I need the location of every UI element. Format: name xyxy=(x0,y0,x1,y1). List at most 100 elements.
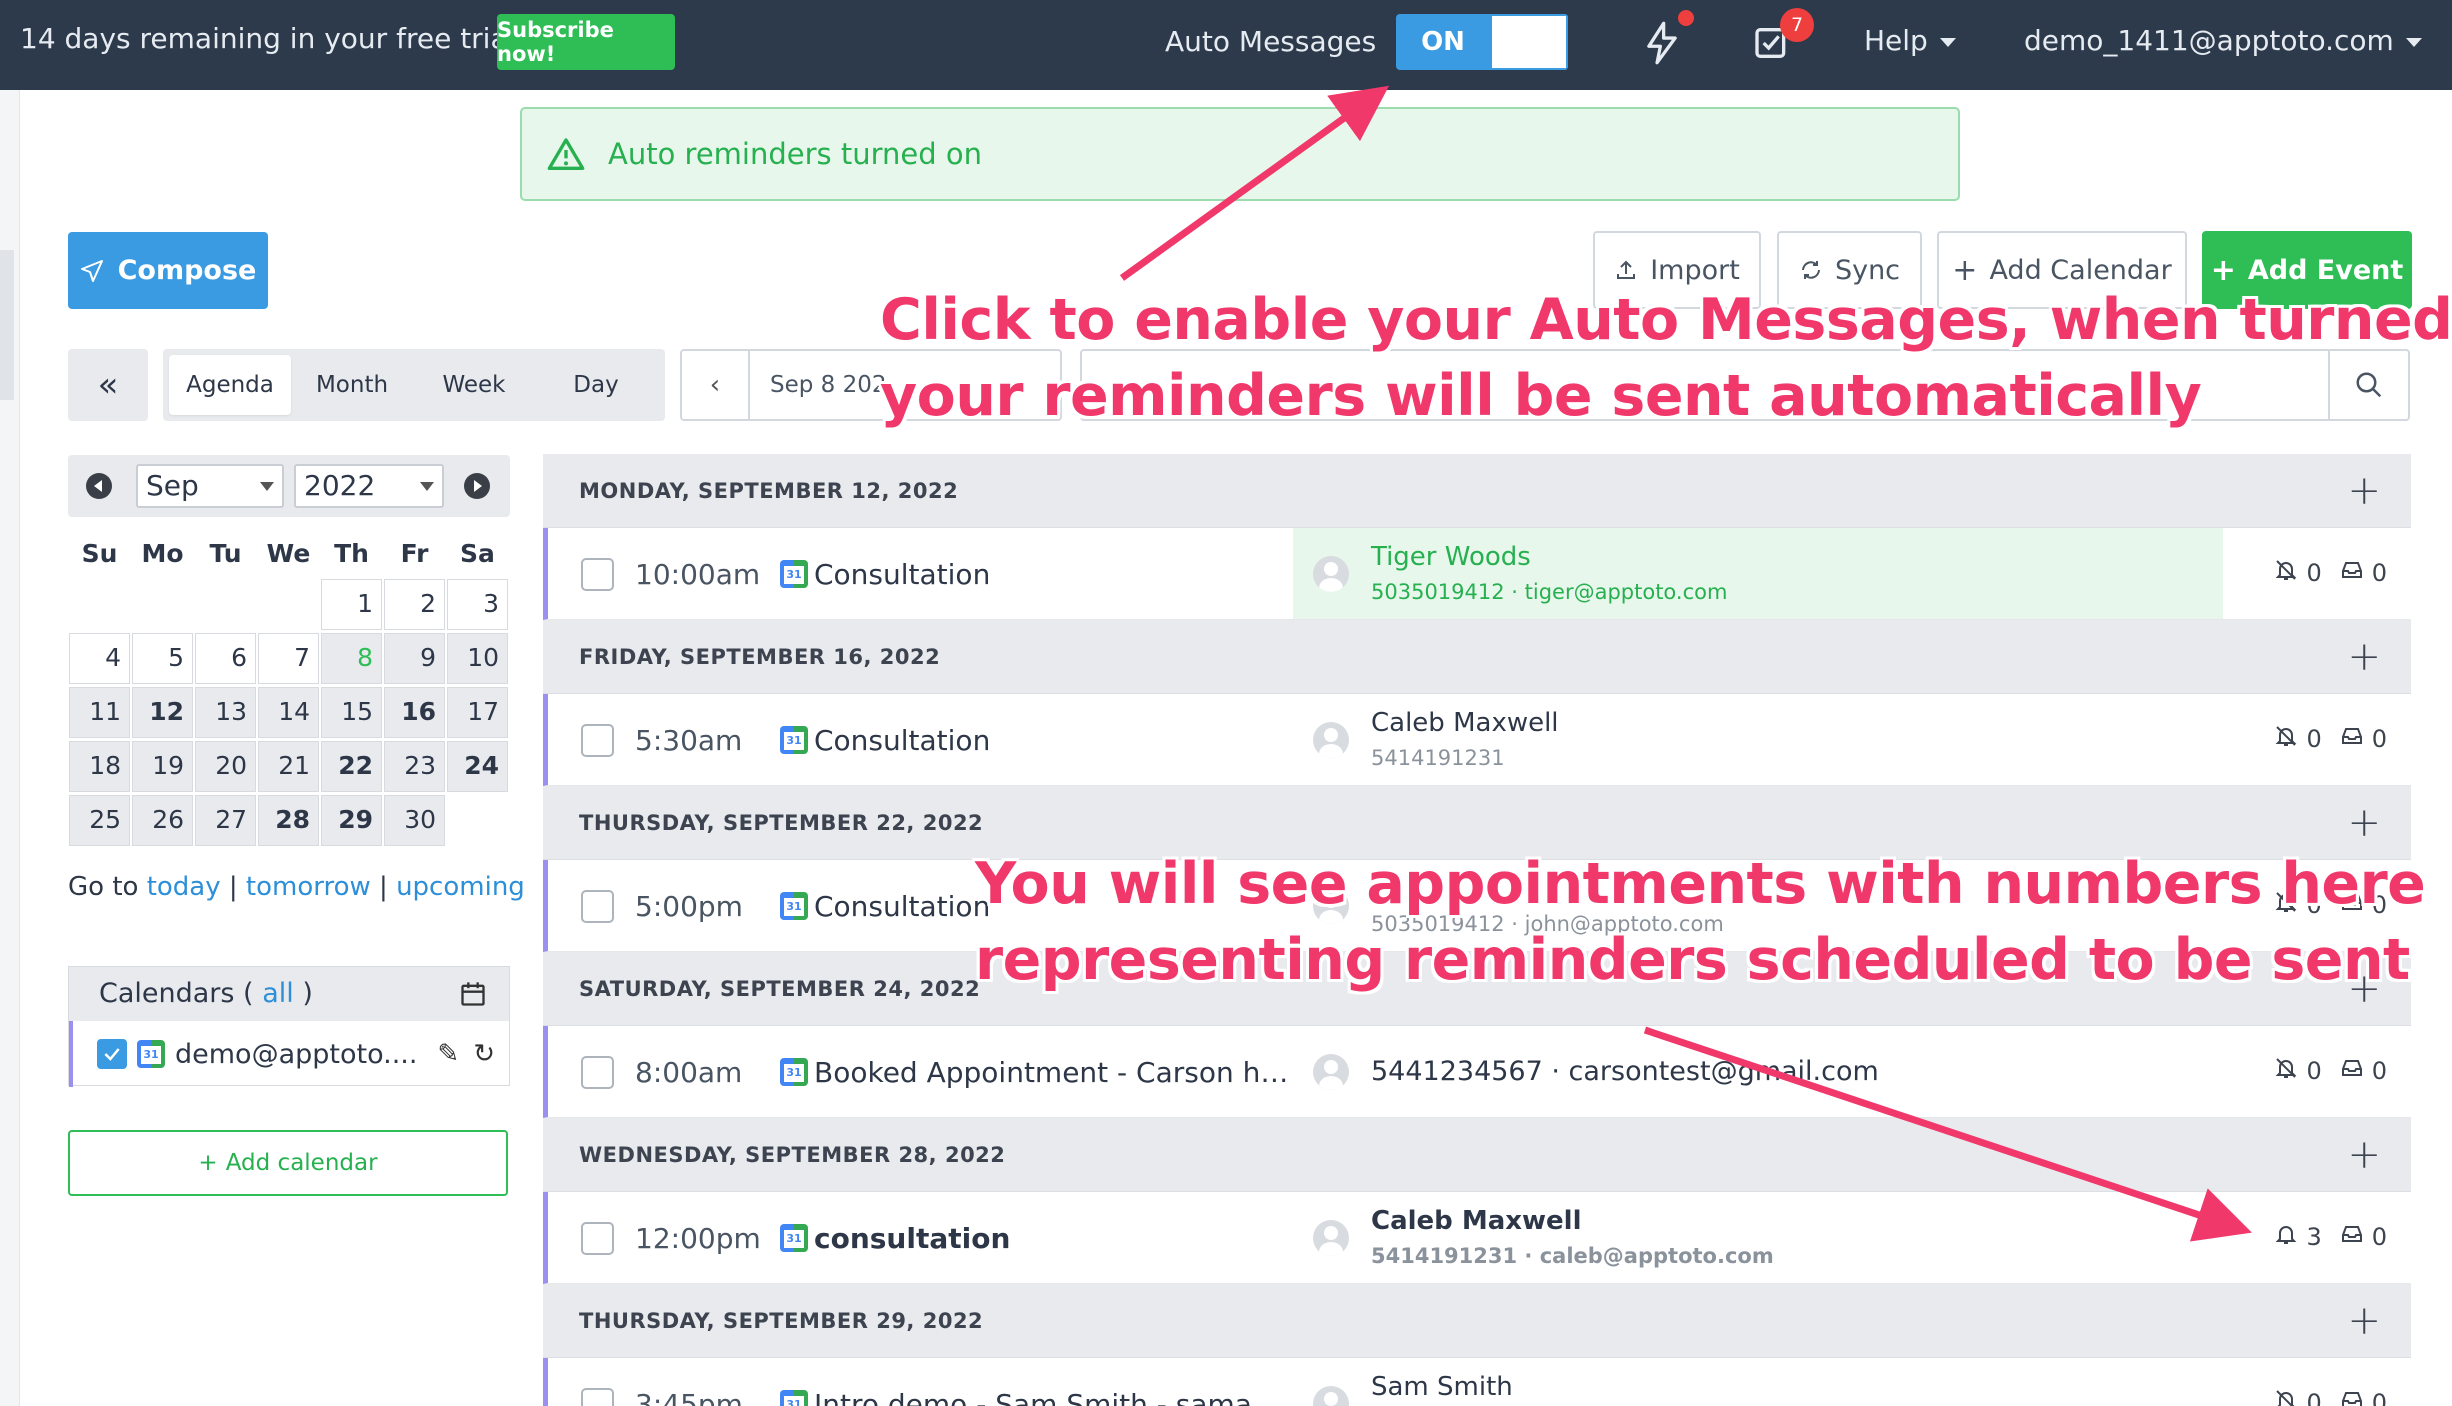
event-checkbox[interactable] xyxy=(581,724,614,757)
calendar-day[interactable]: 13 xyxy=(195,687,256,738)
calendar-day[interactable]: 23 xyxy=(384,741,445,792)
calendar-day[interactable]: 12 xyxy=(132,687,193,738)
calendar-day[interactable]: 2 xyxy=(384,579,445,630)
avatar xyxy=(1313,1054,1349,1090)
event-title[interactable]: Booked Appointment - Carson how... xyxy=(814,1056,1294,1089)
calendar-day[interactable]: 5 xyxy=(132,633,193,684)
bolt-icon[interactable] xyxy=(1642,20,1682,66)
next-month-button[interactable] xyxy=(464,473,490,499)
event-counts: 00 xyxy=(2274,1056,2387,1086)
calendar-day[interactable]: 7 xyxy=(258,633,319,684)
event-title[interactable]: Consultation xyxy=(814,724,990,757)
add-calendar-link-button[interactable]: + Add calendar xyxy=(68,1130,508,1196)
event-title[interactable]: consultation xyxy=(814,1222,1010,1255)
subscribe-button[interactable]: Subscribe now! xyxy=(497,14,675,70)
collapse-sidebar-button[interactable]: « xyxy=(68,349,148,421)
month-select[interactable]: Sep xyxy=(136,464,284,508)
calendar-day[interactable]: 14 xyxy=(258,687,319,738)
tab-agenda[interactable]: Agenda xyxy=(169,355,291,415)
calendar-day[interactable]: 30 xyxy=(384,795,445,846)
calendar-day[interactable]: 18 xyxy=(69,741,130,792)
agenda-event-row[interactable]: 10:00am Consultation Tiger Woods 5035019412… xyxy=(543,528,2411,620)
trial-notice: 14 days remaining in your free trial. xyxy=(20,22,525,55)
tab-month[interactable]: Month xyxy=(291,355,413,415)
agenda-event-row[interactable]: 3:45pm Intro demo - Sam Smith - sama@g Sam… xyxy=(543,1358,2411,1406)
tab-week[interactable]: Week xyxy=(413,355,535,415)
calendar-empty-cell xyxy=(447,795,508,846)
calendar-day[interactable]: 16 xyxy=(384,687,445,738)
event-contact-name[interactable]: Caleb Maxwell xyxy=(1371,1206,1582,1236)
year-select[interactable]: 2022 xyxy=(294,464,444,508)
event-contact-details: 5035019412 · tiger@apptoto.com xyxy=(1371,580,1728,604)
chevron-down-icon xyxy=(1939,37,1956,47)
calendar-day[interactable]: 11 xyxy=(69,687,130,738)
auto-messages-toggle[interactable]: ON xyxy=(1396,14,1568,70)
sidebar-toggle-tab[interactable] xyxy=(0,250,14,400)
event-contact-name[interactable]: Tiger Woods xyxy=(1371,542,1531,572)
calendar-day[interactable]: 21 xyxy=(258,741,319,792)
inbox-icon xyxy=(2340,724,2364,754)
add-event-plus-icon[interactable]: + xyxy=(2347,1298,2381,1344)
year-select-value: 2022 xyxy=(304,469,376,502)
user-menu[interactable]: demo_1411@apptoto.com xyxy=(2024,24,2422,57)
event-checkbox[interactable] xyxy=(581,558,614,591)
date-range-label[interactable]: Sep 8 202 xyxy=(750,372,887,398)
calendar-day[interactable]: 15 xyxy=(321,687,382,738)
calendar-item: demo@apptoto.... ✎ ↻ xyxy=(69,1021,509,1087)
calendar-day[interactable]: 9 xyxy=(384,633,445,684)
calendar-day[interactable]: 27 xyxy=(195,795,256,846)
calendar-day[interactable]: 6 xyxy=(195,633,256,684)
previous-month-button[interactable] xyxy=(86,473,112,499)
calendar-day[interactable]: 25 xyxy=(69,795,130,846)
event-checkbox[interactable] xyxy=(581,1222,614,1255)
event-title[interactable]: Intro demo - Sam Smith - sama@g xyxy=(814,1388,1294,1406)
event-contact-name[interactable]: Caleb Maxwell xyxy=(1371,708,1559,738)
agenda-event-row[interactable]: 12:00pm consultation Caleb Maxwell 54141912… xyxy=(543,1192,2411,1284)
calendar-day[interactable]: 26 xyxy=(132,795,193,846)
event-checkbox[interactable] xyxy=(581,1056,614,1089)
compose-button[interactable]: Compose xyxy=(68,232,268,309)
pencil-icon[interactable]: ✎ xyxy=(437,1039,459,1069)
calendar-day[interactable]: 28 xyxy=(258,795,319,846)
calendar-day[interactable]: 1 xyxy=(321,579,382,630)
double-chevron-left-icon: « xyxy=(97,365,119,405)
inbox-icon xyxy=(2340,1222,2364,1252)
bell-icon xyxy=(2274,1222,2298,1252)
goto-today-link[interactable]: today xyxy=(147,872,221,902)
event-contact-name[interactable]: Sam Smith xyxy=(1371,1372,1513,1402)
calendar-day[interactable]: 8 xyxy=(321,633,382,684)
tab-day[interactable]: Day xyxy=(535,355,657,415)
event-checkbox[interactable] xyxy=(581,1388,614,1406)
add-event-plus-icon[interactable]: + xyxy=(2347,1132,2381,1178)
event-title[interactable]: Consultation xyxy=(814,890,990,923)
calendar-day[interactable]: 3 xyxy=(447,579,508,630)
add-event-plus-icon[interactable]: + xyxy=(2347,634,2381,680)
help-menu[interactable]: Help xyxy=(1864,24,1956,57)
agenda-event-row[interactable]: 5:30am Consultation Caleb Maxwell 541419123… xyxy=(543,694,2411,786)
calendar-week-row: 18 19 20 21 22 23 24 xyxy=(68,740,510,794)
agenda-event-row[interactable]: 8:00am Booked Appointment - Carson how...… xyxy=(543,1026,2411,1118)
month-select-value: Sep xyxy=(146,469,199,502)
calendar-day[interactable]: 17 xyxy=(447,687,508,738)
event-checkbox[interactable] xyxy=(581,890,614,923)
calendar-day[interactable]: 4 xyxy=(69,633,130,684)
calendar-day[interactable]: 20 xyxy=(195,741,256,792)
calendar-checkbox[interactable] xyxy=(97,1039,127,1069)
add-event-plus-icon[interactable]: + xyxy=(2347,468,2381,514)
calendars-all-link[interactable]: all xyxy=(262,978,294,1009)
calendar-day[interactable]: 29 xyxy=(321,795,382,846)
refresh-icon[interactable]: ↻ xyxy=(473,1039,495,1069)
goto-tomorrow-link[interactable]: tomorrow xyxy=(246,872,371,902)
calendar-day[interactable]: 22 xyxy=(321,741,382,792)
calendar-day[interactable]: 24 xyxy=(447,741,508,792)
annotation-auto-messages: Click to enable your Auto Messages, when… xyxy=(880,282,2452,434)
previous-date-button[interactable]: ‹ xyxy=(682,351,750,419)
calendar-day[interactable]: 19 xyxy=(132,741,193,792)
add-event-plus-icon[interactable]: + xyxy=(2347,800,2381,846)
inbox-icon xyxy=(2340,1056,2364,1086)
chevron-down-icon xyxy=(260,482,274,491)
calendar-icon[interactable] xyxy=(459,980,487,1008)
calendar-day[interactable]: 10 xyxy=(447,633,508,684)
event-title[interactable]: Consultation xyxy=(814,558,990,591)
goto-upcoming-link[interactable]: upcoming xyxy=(396,872,525,902)
